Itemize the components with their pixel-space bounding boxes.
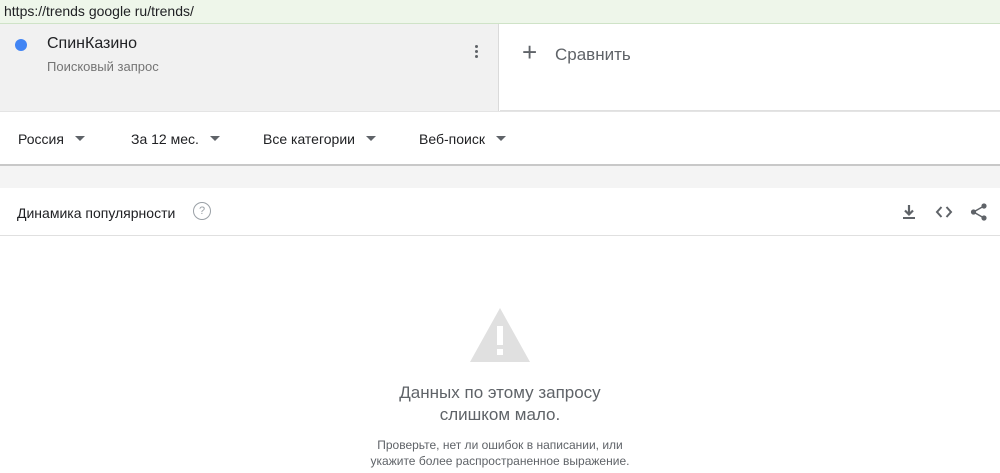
filter-category[interactable]: Все категории bbox=[263, 131, 376, 147]
panel-title: Динамика популярности bbox=[17, 205, 176, 221]
help-icon[interactable]: ? bbox=[193, 202, 211, 220]
empty-message: Данных по этому запросу слишком мало. bbox=[0, 382, 1000, 426]
warning-icon bbox=[470, 308, 530, 362]
compare-button[interactable]: + Сравнить bbox=[500, 24, 1000, 111]
chevron-down-icon bbox=[209, 135, 220, 141]
chevron-down-icon bbox=[495, 135, 506, 141]
empty-message-line2: слишком мало. bbox=[439, 405, 561, 424]
term-type: Поисковый запрос bbox=[47, 59, 159, 74]
empty-state: Данных по этому запросу слишком мало. Пр… bbox=[0, 236, 1000, 473]
chevron-down-icon bbox=[74, 135, 85, 141]
compare-label: Сравнить bbox=[555, 45, 631, 64]
chevron-down-icon bbox=[365, 135, 376, 141]
filter-region[interactable]: Россия bbox=[18, 131, 85, 147]
url-text[interactable]: https://trends google ru/trends/ bbox=[4, 3, 194, 19]
filter-category-label: Все категории bbox=[263, 131, 355, 147]
share-icon[interactable] bbox=[969, 202, 989, 222]
filter-period[interactable]: За 12 мес. bbox=[131, 131, 220, 147]
term-name[interactable]: СпинКазино bbox=[47, 35, 137, 53]
filter-search-type-label: Веб-поиск bbox=[419, 131, 485, 147]
filter-period-label: За 12 мес. bbox=[131, 131, 199, 147]
download-icon[interactable] bbox=[899, 202, 919, 222]
more-options-icon[interactable] bbox=[466, 41, 486, 61]
filter-region-label: Россия bbox=[18, 131, 64, 147]
empty-message-line1: Данных по этому запросу bbox=[399, 383, 601, 402]
filter-search-type[interactable]: Веб-поиск bbox=[419, 131, 506, 147]
embed-code-icon[interactable] bbox=[934, 202, 954, 222]
term-color-dot bbox=[15, 39, 27, 51]
interest-over-time-header: Динамика популярности ? bbox=[0, 188, 1000, 236]
empty-hint-line2: укажите более распространенное выражение… bbox=[370, 454, 630, 468]
empty-hint: Проверьте, нет ли ошибок в написании, ил… bbox=[0, 437, 1000, 469]
section-gap bbox=[0, 166, 1000, 188]
browser-address-bar[interactable]: https://trends google ru/trends/ bbox=[0, 0, 1000, 24]
search-term-card: СпинКазино Поисковый запрос bbox=[0, 24, 499, 111]
empty-hint-line1: Проверьте, нет ли ошибок в написании, ил… bbox=[377, 438, 623, 452]
filter-bar: Россия За 12 мес. Все категории Веб-поис… bbox=[0, 111, 1000, 166]
plus-icon: + bbox=[522, 37, 538, 67]
